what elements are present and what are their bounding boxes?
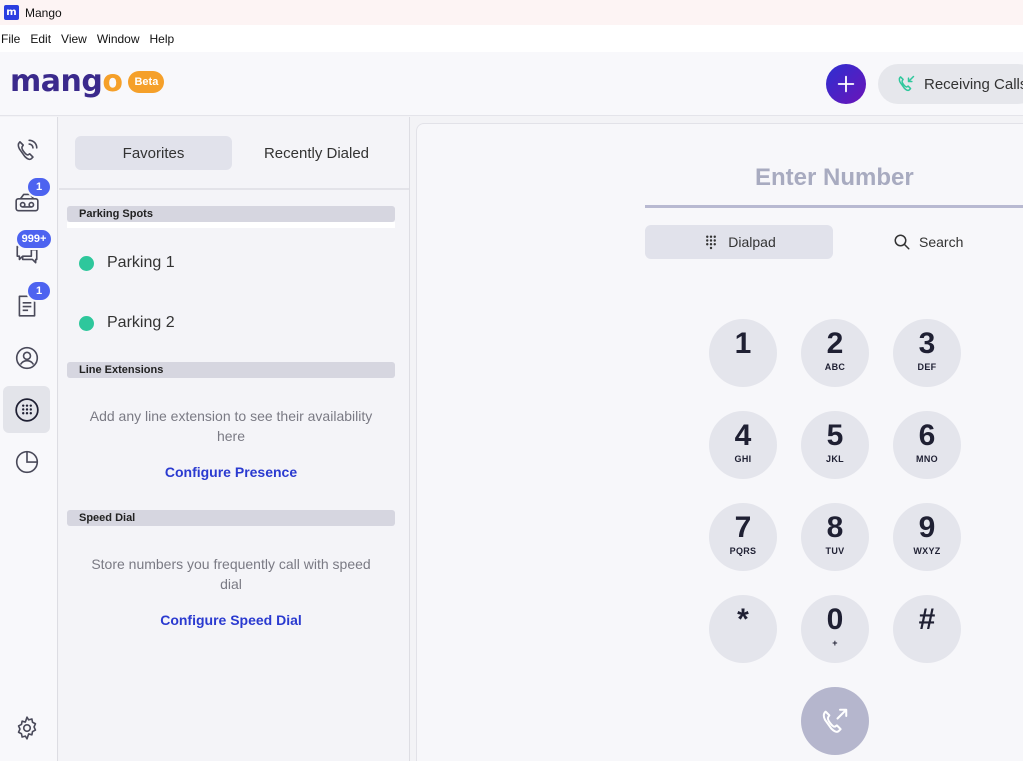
key-9[interactable]: 9 WXYZ xyxy=(893,503,961,571)
favorites-panel: Favorites Recently Dialed Parking Spots … xyxy=(59,117,410,761)
line-extensions-header: Line Extensions xyxy=(67,362,395,378)
key-4[interactable]: 4 GHI xyxy=(709,411,777,479)
logo-text: mango xyxy=(10,64,123,99)
parking-item[interactable]: Parking 2 xyxy=(79,314,175,332)
status-dot xyxy=(79,255,94,271)
notes-badge: 1 xyxy=(26,280,52,302)
key-digit: * xyxy=(737,603,749,636)
settings-icon xyxy=(17,715,36,740)
tab-recently-dialed[interactable]: Recently Dialed xyxy=(238,136,395,170)
panel-tabs: Favorites Recently Dialed xyxy=(75,136,395,170)
logo-prefix: mang xyxy=(10,64,103,99)
key-digit: 5 xyxy=(826,419,844,452)
key-digit: 6 xyxy=(918,419,936,452)
receiving-calls-label: Receiving Calls xyxy=(924,75,1023,93)
number-input[interactable] xyxy=(645,150,1023,208)
app-header: mango Beta Receiving Calls xyxy=(0,52,1023,116)
configure-speed-dial-link[interactable]: Configure Speed Dial xyxy=(67,612,395,628)
key-digit: 8 xyxy=(826,511,844,544)
plus-icon xyxy=(837,75,855,93)
voicemail-badge: 1 xyxy=(26,176,52,198)
parking-spots-header: Parking Spots xyxy=(67,206,395,222)
key-letters: WXYZ xyxy=(913,546,941,556)
nav-dialpad[interactable] xyxy=(3,386,50,433)
dialpad-mode-label: Dialpad xyxy=(728,234,776,250)
parking-label: Parking 1 xyxy=(107,254,175,271)
key-7[interactable]: 7 PQRS xyxy=(709,503,777,571)
key-digit: 2 xyxy=(826,327,844,360)
key-5[interactable]: 5 JKL xyxy=(801,411,869,479)
key-letters: JKL xyxy=(826,454,844,464)
nav-contacts[interactable] xyxy=(3,334,50,381)
key-6[interactable]: 6 MNO xyxy=(893,411,961,479)
key-letters: + xyxy=(832,638,838,648)
key-letters: DEF xyxy=(917,362,937,372)
receiving-calls-toggle[interactable]: Receiving Calls xyxy=(878,64,1023,104)
outgoing-call-icon xyxy=(822,708,848,733)
nav-rail: 1 999+ 1 xyxy=(0,117,58,761)
key-digit: 7 xyxy=(734,511,752,544)
dialpad-icon xyxy=(14,397,39,422)
key-digit: # xyxy=(918,603,936,636)
tabs-divider xyxy=(59,188,409,190)
nav-reports[interactable] xyxy=(3,438,50,485)
app-logo-icon: m xyxy=(4,5,19,20)
key-8[interactable]: 8 TUV xyxy=(801,503,869,571)
dialpad-mode-button[interactable]: Dialpad xyxy=(645,225,833,259)
key-letters: PQRS xyxy=(729,546,757,556)
parking-label: Parking 2 xyxy=(107,314,175,331)
key-3[interactable]: 3 DEF xyxy=(893,319,961,387)
key-letters: MNO xyxy=(916,454,938,464)
menu-edit[interactable]: Edit xyxy=(30,32,57,46)
incoming-call-icon xyxy=(898,75,915,92)
parking-item[interactable]: Parking 1 xyxy=(79,254,175,272)
tab-favorites[interactable]: Favorites xyxy=(75,136,232,170)
key-digit: 4 xyxy=(734,419,752,452)
configure-presence-link[interactable]: Configure Presence xyxy=(67,464,395,480)
new-action-button[interactable] xyxy=(826,64,866,104)
search-mode-button[interactable]: Search xyxy=(840,225,1023,259)
nav-calls[interactable] xyxy=(3,126,50,173)
key-letters: TUV xyxy=(825,546,845,556)
menu-view[interactable]: View xyxy=(61,32,93,46)
key-letters: ABC xyxy=(824,362,846,372)
title-bar: m Mango xyxy=(0,0,1023,25)
key-digit: 3 xyxy=(918,327,936,360)
menu-bar: File Edit View Window Help xyxy=(0,25,1023,52)
logo-o: o xyxy=(102,64,123,99)
phone-icon xyxy=(17,138,38,160)
key-0[interactable]: 0 + xyxy=(801,595,869,663)
contacts-icon xyxy=(15,346,38,369)
menu-help[interactable]: Help xyxy=(150,32,181,46)
key-1[interactable]: 1 xyxy=(709,319,777,387)
key-digit: 0 xyxy=(826,603,844,636)
menu-file[interactable]: File xyxy=(1,32,26,46)
beta-badge: Beta xyxy=(128,70,165,93)
line-extensions-hint: Add any line extension to see their avai… xyxy=(89,408,373,444)
messages-badge: 999+ xyxy=(15,228,53,250)
key-digit: 9 xyxy=(918,511,936,544)
nav-settings[interactable] xyxy=(3,704,50,751)
search-mode-label: Search xyxy=(919,234,964,250)
dialpad-grid-icon xyxy=(706,235,717,250)
key-digit: 1 xyxy=(734,327,752,360)
reports-icon xyxy=(15,450,38,473)
key-2[interactable]: 2 ABC xyxy=(801,319,869,387)
speed-dial-hint: Store numbers you frequently call with s… xyxy=(91,556,371,592)
section-divider xyxy=(67,222,395,228)
call-button[interactable] xyxy=(801,687,869,755)
search-icon xyxy=(894,234,910,250)
mango-logo: mango Beta xyxy=(10,64,165,99)
key-letters: GHI xyxy=(734,454,752,464)
key-hash[interactable]: # xyxy=(893,595,961,663)
key-star[interactable]: * xyxy=(709,595,777,663)
window-title: Mango xyxy=(25,5,62,20)
status-dot xyxy=(79,315,94,331)
menu-window[interactable]: Window xyxy=(97,32,146,46)
speed-dial-header: Speed Dial xyxy=(67,510,395,526)
